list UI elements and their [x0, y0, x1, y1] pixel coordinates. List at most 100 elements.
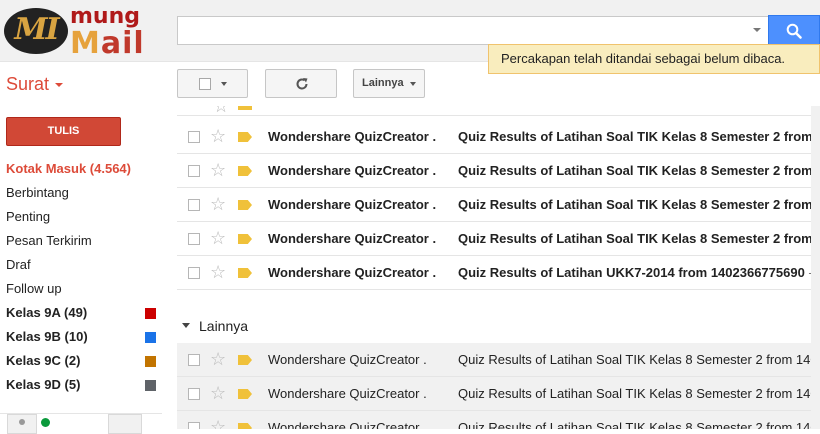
sender: Wondershare QuizCreator . — [268, 129, 437, 144]
row-checkbox[interactable] — [188, 131, 200, 143]
logo-word-bottom-first: M — [70, 26, 101, 61]
importance-marker-icon[interactable] — [238, 423, 252, 429]
sidebar-footer — [0, 413, 162, 434]
chat-status-icon[interactable] — [41, 418, 50, 427]
sender: Wondershare QuizCreator . — [268, 197, 437, 212]
mail-menu-button[interactable]: Surat — [6, 74, 64, 95]
label-color-swatch[interactable] — [145, 380, 156, 391]
row-checkbox[interactable] — [188, 354, 200, 366]
folder-list: Kotak Masuk (4.564) Berbintang Penting P… — [0, 157, 162, 397]
subject: Quiz Results of Latihan Soal TIK Kelas 8… — [458, 386, 818, 401]
table-row[interactable]: ☆ Wondershare QuizCreator . Quiz Results… — [177, 377, 820, 411]
logo[interactable]: MI mung Mail — [4, 2, 148, 61]
refresh-icon — [296, 78, 308, 90]
star-icon[interactable]: ☆ — [210, 229, 226, 247]
checkbox-icon — [199, 78, 211, 90]
subject: Quiz Results of Latihan Soal TIK Kelas 8… — [458, 222, 820, 256]
importance-marker-icon[interactable] — [238, 234, 252, 244]
search-input[interactable] — [178, 17, 769, 44]
subject-text: Quiz Results of Latihan Soal TIK Kelas 8… — [458, 197, 813, 212]
sidebar-item-kelas-9a[interactable]: Kelas 9A (49) — [0, 301, 162, 325]
section-label: Lainnya — [199, 318, 249, 334]
star-icon[interactable]: ☆ — [210, 127, 226, 145]
compose-button[interactable]: TULIS — [6, 117, 121, 146]
sender: Wondershare QuizCreator . — [268, 231, 437, 246]
search-options-chevron-icon[interactable] — [753, 28, 761, 32]
subject: Quiz Results of Latihan Soal TIK Kelas 8… — [458, 420, 818, 429]
star-icon[interactable]: ☆ — [210, 263, 226, 281]
importance-marker-icon[interactable] — [238, 389, 252, 399]
chevron-down-icon — [410, 82, 416, 86]
sender: Wondershare QuizCreator . — [268, 420, 427, 429]
collapse-triangle-icon[interactable] — [182, 323, 190, 328]
star-icon[interactable]: ☆ — [210, 418, 226, 429]
search-box[interactable] — [177, 16, 769, 45]
row-checkbox[interactable] — [188, 233, 200, 245]
subject: Quiz Results of Latihan Soal TIK Kelas 8… — [458, 188, 820, 222]
subject: Quiz Results of Latihan Soal TIK Kelas 8… — [458, 120, 820, 154]
table-row[interactable]: ☆ Wondershare QuizCreator . Quiz Results… — [177, 120, 820, 154]
sidebar-item-important[interactable]: Penting — [0, 205, 162, 229]
importance-marker-icon[interactable] — [238, 106, 252, 110]
star-icon[interactable]: ☆ — [213, 106, 229, 115]
logo-word-bottom: Mail — [70, 26, 145, 61]
sidebar-item-kelas-9d[interactable]: Kelas 9D (5) — [0, 373, 162, 397]
message-list: ☆ ☆ Wondershare QuizCreator . Quiz Resul… — [177, 106, 820, 429]
row-checkbox[interactable] — [188, 199, 200, 211]
more-label: Lainnya — [362, 77, 404, 89]
importance-marker-icon[interactable] — [238, 132, 252, 142]
scrollbar[interactable] — [811, 106, 820, 429]
importance-marker-icon[interactable] — [238, 268, 252, 278]
table-row[interactable]: ☆ — [177, 106, 820, 116]
table-row[interactable]: ☆ Wondershare QuizCreator . Quiz Results… — [177, 222, 820, 256]
sender: Wondershare QuizCreator . — [268, 352, 427, 367]
sidebar-item-drafts[interactable]: Draf — [0, 253, 162, 277]
refresh-button[interactable] — [265, 69, 337, 98]
star-icon[interactable]: ☆ — [210, 161, 226, 179]
importance-marker-icon[interactable] — [238, 355, 252, 365]
label-name: Kelas 9B (10) — [6, 329, 88, 344]
sidebar-item-kelas-9c[interactable]: Kelas 9C (2) — [0, 349, 162, 373]
row-checkbox[interactable] — [188, 165, 200, 177]
sidebar-item-starred[interactable]: Berbintang — [0, 181, 162, 205]
chevron-down-icon — [221, 82, 227, 86]
star-icon[interactable]: ☆ — [210, 195, 226, 213]
label-color-swatch[interactable] — [145, 308, 156, 319]
sender: Wondershare QuizCreator . — [268, 386, 427, 401]
subject: Quiz Results of Latihan Soal TIK Kelas 8… — [458, 352, 818, 367]
subject-text: Quiz Results of Latihan UKK7-2014 from 1… — [458, 265, 805, 280]
importance-marker-icon[interactable] — [238, 166, 252, 176]
row-checkbox[interactable] — [188, 422, 200, 429]
label-name: Kelas 9A (49) — [6, 305, 88, 320]
star-icon[interactable]: ☆ — [210, 350, 226, 368]
search-icon — [786, 23, 802, 39]
label-color-swatch[interactable] — [145, 332, 156, 343]
table-row[interactable]: ☆ Wondershare QuizCreator . Quiz Results… — [177, 411, 820, 429]
logo-word-bottom-rest: ail — [100, 26, 145, 61]
label-name: Kelas 9D (5) — [6, 377, 81, 392]
row-checkbox[interactable] — [188, 388, 200, 400]
search-button[interactable] — [768, 15, 820, 46]
subject: Quiz Results of Latihan Soal TIK Kelas 8… — [458, 154, 820, 188]
sidebar-item-kelas-9b[interactable]: Kelas 9B (10) — [0, 325, 162, 349]
table-row[interactable]: ☆ Wondershare QuizCreator . Quiz Results… — [177, 154, 820, 188]
contacts-person-icon[interactable] — [7, 414, 37, 434]
subject-text: Quiz Results of Latihan Soal TIK Kelas 8… — [458, 163, 813, 178]
table-row[interactable]: ☆ Wondershare QuizCreator . Quiz Results… — [177, 343, 820, 377]
table-row[interactable]: ☆ Wondershare QuizCreator . Quiz Results… — [177, 256, 820, 290]
sender: Wondershare QuizCreator . — [268, 163, 437, 178]
sidebar-item-inbox[interactable]: Kotak Masuk (4.564) — [0, 157, 162, 181]
select-checkbox-button[interactable] — [177, 69, 248, 98]
sidebar-item-follow-up[interactable]: Follow up — [0, 277, 162, 301]
more-button[interactable]: Lainnya — [353, 69, 425, 98]
phone-icon[interactable] — [108, 414, 142, 434]
sidebar-item-sent[interactable]: Pesan Terkirim — [0, 229, 162, 253]
subject-text: Quiz Results of Latihan Soal TIK Kelas 8… — [458, 129, 813, 144]
importance-marker-icon[interactable] — [238, 200, 252, 210]
row-checkbox[interactable] — [188, 267, 200, 279]
star-icon[interactable]: ☆ — [210, 384, 226, 402]
mail-toolbar: Lainnya — [162, 62, 820, 106]
section-header-lainnya[interactable]: Lainnya — [177, 309, 820, 343]
table-row[interactable]: ☆ Wondershare QuizCreator . Quiz Results… — [177, 188, 820, 222]
label-color-swatch[interactable] — [145, 356, 156, 367]
